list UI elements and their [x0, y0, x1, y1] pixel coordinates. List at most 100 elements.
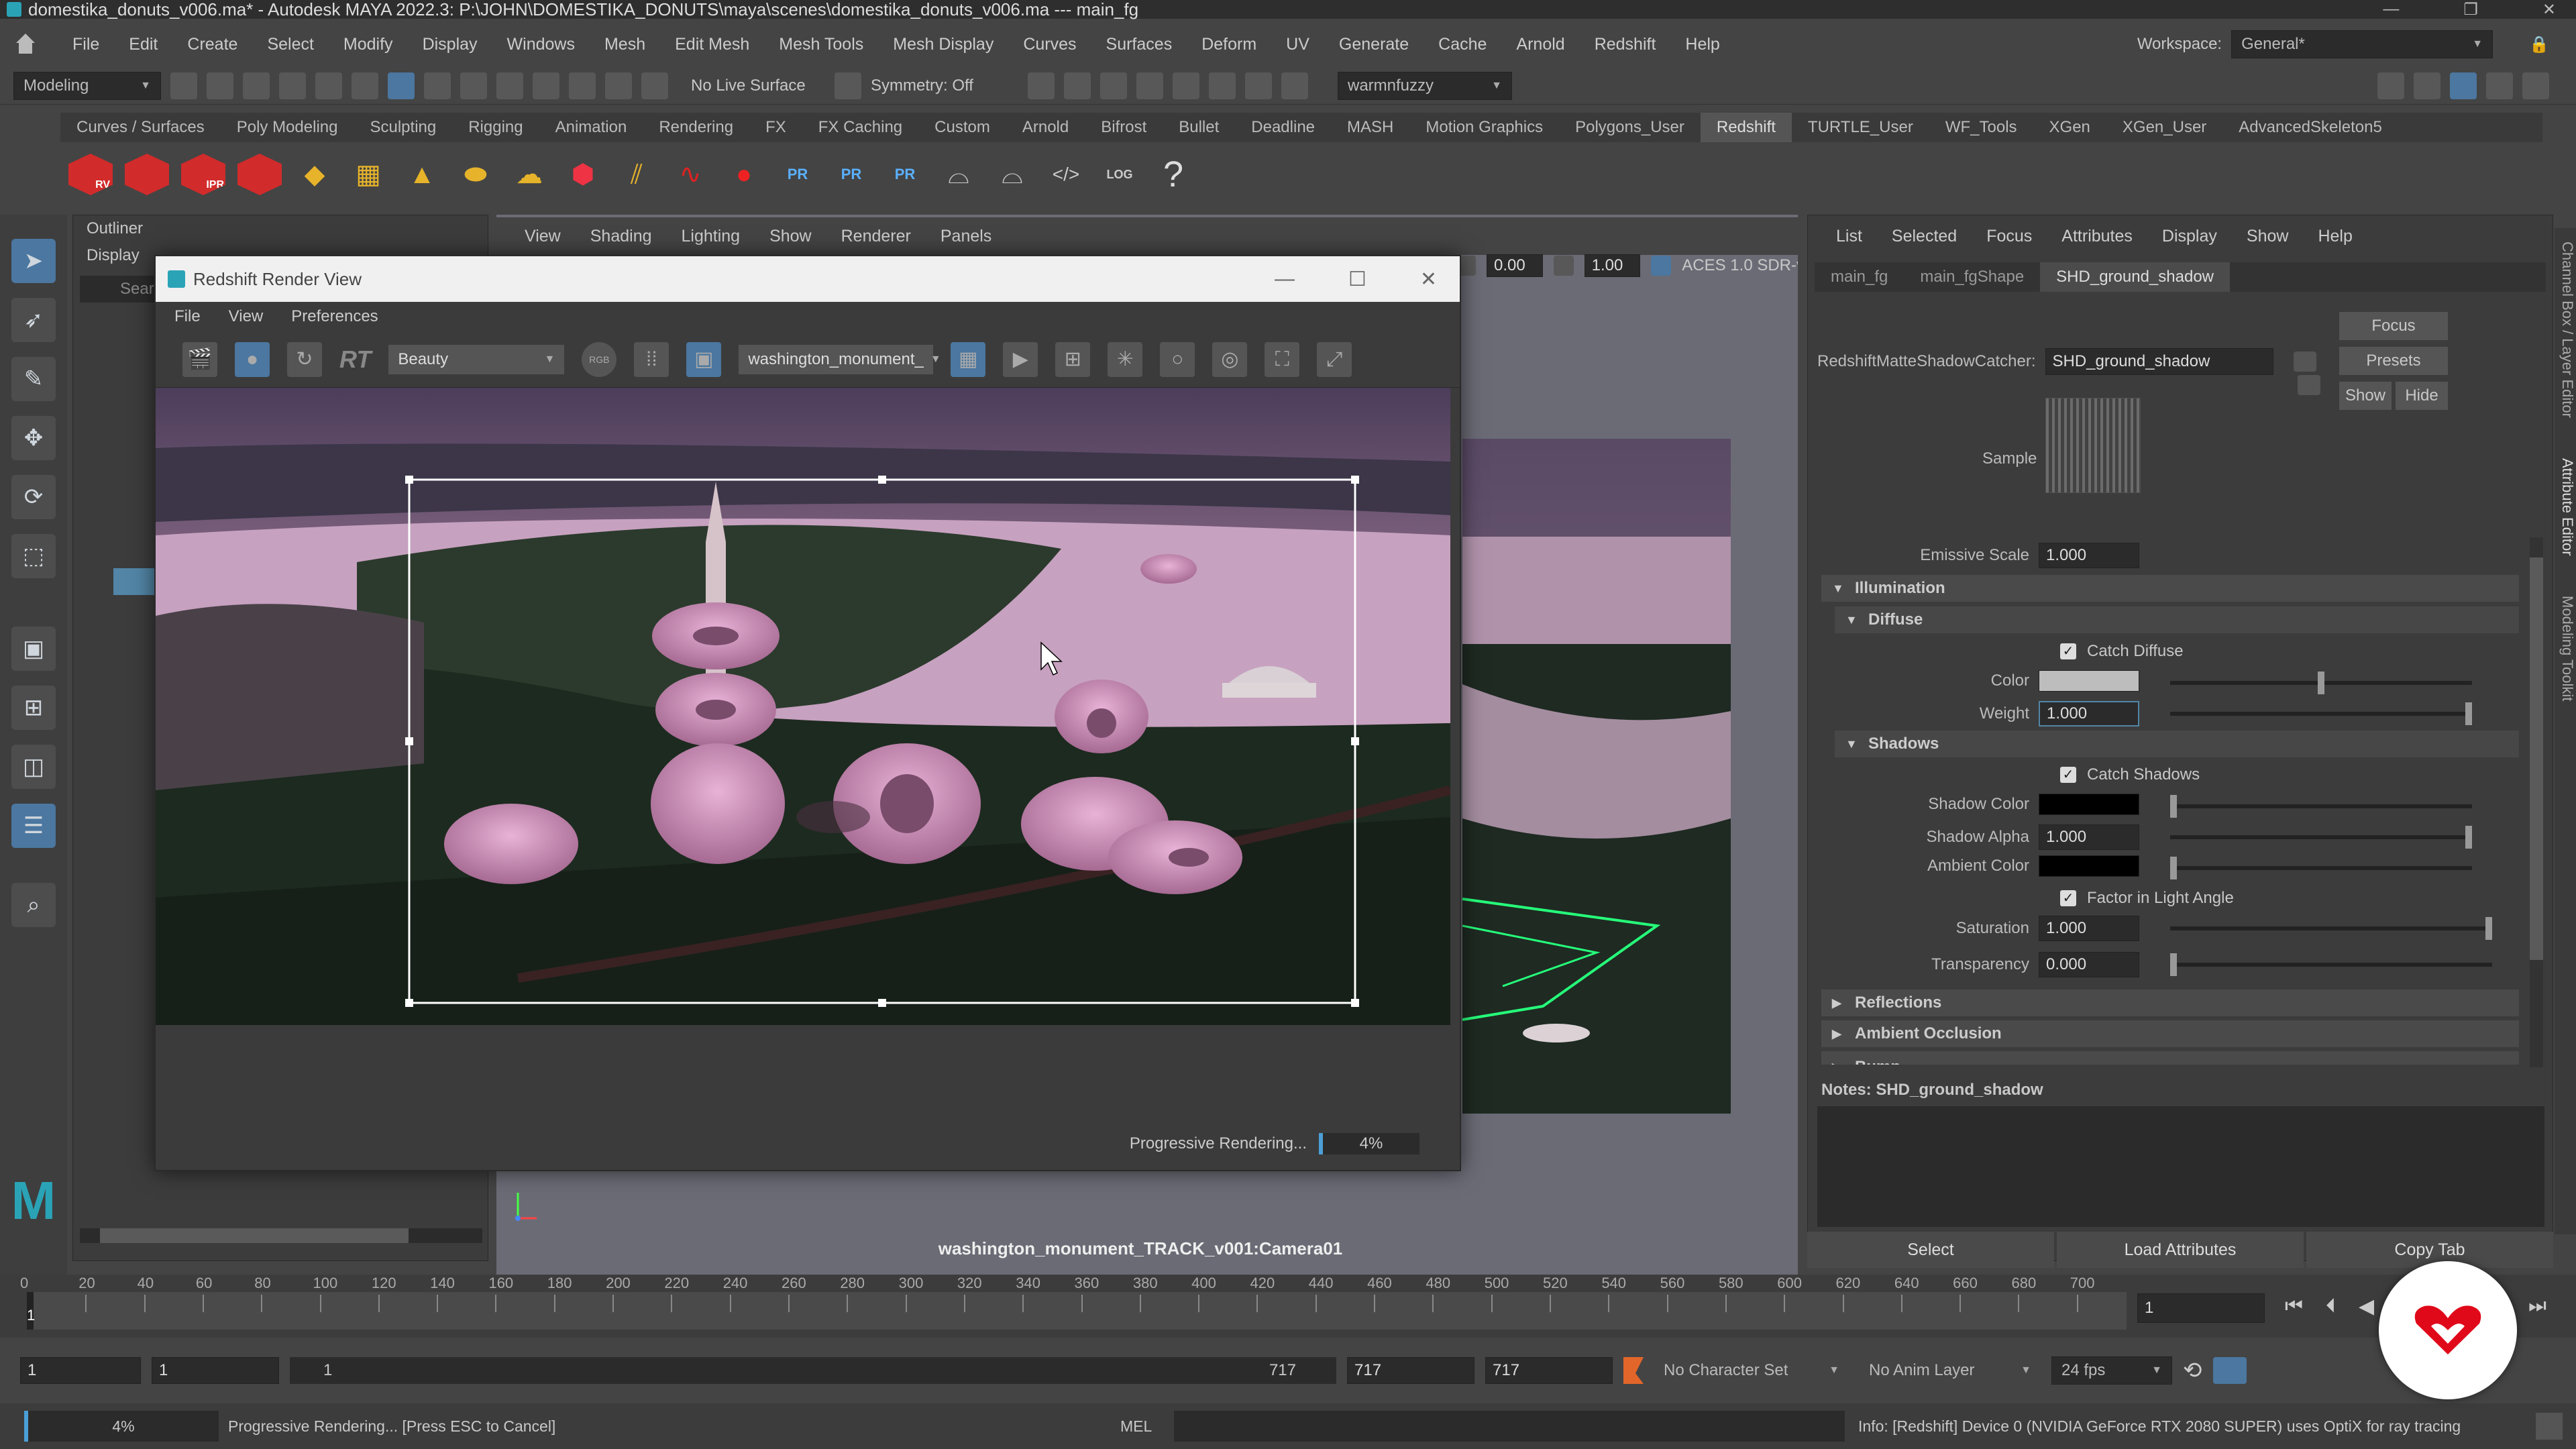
home-icon[interactable]: [13, 34, 38, 55]
menu-edit-mesh[interactable]: Edit Mesh: [660, 35, 764, 54]
symmetry-icon[interactable]: [835, 72, 861, 99]
saturation-field[interactable]: 1.000: [2039, 916, 2139, 941]
shadow-color-slider[interactable]: [2170, 795, 2472, 818]
transparency-slider[interactable]: [2170, 953, 2492, 976]
rt-toggle[interactable]: RT: [339, 345, 371, 374]
go-to-output-icon[interactable]: [2298, 375, 2320, 395]
tab-main-fg[interactable]: main_fg: [1815, 262, 1904, 292]
snap-view-icon[interactable]: [569, 72, 596, 99]
copy-tab-button[interactable]: Copy Tab: [2306, 1232, 2553, 1268]
vp-menu-shading[interactable]: Shading: [576, 227, 667, 246]
preferences-icon[interactable]: [2212, 1357, 2247, 1384]
shelf-tab[interactable]: Motion Graphics: [1409, 113, 1559, 142]
vp-menu-renderer[interactable]: Renderer: [826, 227, 926, 246]
anim-layer-dropdown[interactable]: No Anim Layer: [1860, 1357, 2041, 1384]
dome-light-icon[interactable]: ▦: [347, 154, 389, 195]
menu-set-dropdown[interactable]: Modeling: [13, 71, 161, 100]
redshift-settings-icon[interactable]: [237, 154, 282, 195]
snap-surface-icon[interactable]: [605, 72, 632, 99]
menu-redshift[interactable]: Redshift: [1580, 35, 1671, 54]
vp-menu-view[interactable]: View: [510, 227, 576, 246]
live-surface-label[interactable]: No Live Surface: [678, 76, 825, 95]
shelf-tab[interactable]: FX: [749, 113, 802, 142]
redo-icon[interactable]: [315, 72, 342, 99]
select-object-icon[interactable]: [388, 72, 415, 99]
playback-start-field[interactable]: 1: [152, 1357, 279, 1384]
ae-scrollbar[interactable]: [2530, 537, 2543, 1067]
ae-menu-focus[interactable]: Focus: [1972, 227, 2047, 246]
focus-target-icon[interactable]: ◎: [1212, 341, 1248, 377]
rgb-channel-icon[interactable]: RGB: [582, 341, 617, 377]
shelf-tab[interactable]: TURTLE_User: [1792, 113, 1929, 142]
vp-menu-show[interactable]: Show: [755, 227, 826, 246]
menu-select[interactable]: Select: [252, 35, 328, 54]
pr-icon-3[interactable]: PR: [884, 154, 926, 195]
bowl-icon-2[interactable]: ⌓: [991, 154, 1033, 195]
sky-icon[interactable]: ☁: [508, 154, 550, 195]
saturation-slider[interactable]: [2170, 917, 2492, 940]
time-slider[interactable]: 0 20 40 60 80 100 120 140 160 180 200 220 240 260 280 3…: [0, 1275, 2576, 1338]
maximize-icon[interactable]: ☐: [1348, 268, 1366, 291]
select-hierarchy-icon[interactable]: [352, 72, 378, 99]
ae-menu-display[interactable]: Display: [2147, 227, 2232, 246]
menu-create[interactable]: Create: [172, 35, 252, 54]
lock-icon[interactable]: 🔒: [2529, 35, 2549, 54]
ae-menu-list[interactable]: List: [1821, 227, 1877, 246]
shelf-tab[interactable]: Deadline: [1235, 113, 1331, 142]
show-button[interactable]: Show: [2339, 382, 2392, 410]
tab-main-fg-shape[interactable]: main_fgShape: [1904, 262, 2040, 292]
keyframe-icon[interactable]: [1623, 1357, 1644, 1384]
redshift-ipr-icon[interactable]: IPR: [181, 154, 225, 195]
ipr-render-icon[interactable]: [1100, 72, 1127, 99]
reflections-section[interactable]: Reflections: [1821, 989, 2519, 1016]
weight-field[interactable]: 1.000: [2039, 701, 2139, 727]
go-to-end-icon[interactable]: ⏭: [2528, 1295, 2546, 1318]
shelf-tab[interactable]: Poly Modeling: [221, 113, 354, 142]
playback-end-field[interactable]: 717: [1347, 1357, 1474, 1384]
ambient-color-slider[interactable]: [2170, 857, 2472, 879]
fit-icon[interactable]: ⛶: [1265, 341, 1300, 377]
layout-outliner-icon[interactable]: ☰: [11, 804, 56, 848]
render-sequence-icon[interactable]: [1064, 72, 1091, 99]
shadow-alpha-slider[interactable]: [2170, 826, 2472, 849]
undo-icon[interactable]: [279, 72, 306, 99]
snapshot-icon[interactable]: ▦: [951, 341, 986, 377]
modeling-toolkit-tab[interactable]: Modeling Toolkit: [2555, 596, 2576, 701]
start-time-field[interactable]: 1: [20, 1357, 141, 1384]
character-set-dropdown[interactable]: No Character Set: [1654, 1357, 1849, 1384]
grid-dots-icon[interactable]: ⁞⁞: [634, 341, 669, 377]
menu-file[interactable]: File: [58, 35, 114, 54]
search-icon[interactable]: ⌕: [11, 883, 56, 927]
menu-curves[interactable]: Curves: [1008, 35, 1091, 54]
scale-tool-icon[interactable]: ⬚: [11, 534, 56, 578]
go-to-start-icon[interactable]: ⏮: [2285, 1295, 2303, 1318]
symmetry-label[interactable]: Symmetry: Off: [871, 76, 1018, 95]
pr-icon-2[interactable]: PR: [830, 154, 872, 195]
refresh-icon[interactable]: ↻: [287, 341, 322, 377]
ies-light-icon[interactable]: ▲: [401, 154, 443, 195]
rotate-tool-icon[interactable]: ⟳: [11, 475, 56, 519]
layout-single-icon[interactable]: ▣: [11, 627, 56, 671]
transparency-field[interactable]: 0.000: [2039, 952, 2139, 977]
vp-menu-panels[interactable]: Panels: [926, 227, 1006, 246]
script-editor-icon[interactable]: [2536, 1413, 2563, 1440]
colorspace-label[interactable]: ACES 1.0 SDR-vi: [1682, 256, 1798, 275]
outliner-scrollbar[interactable]: [80, 1228, 482, 1243]
play-back-icon[interactable]: ◀: [2359, 1295, 2374, 1318]
hide-button[interactable]: Hide: [2396, 382, 2448, 410]
color-swatch[interactable]: [2039, 670, 2139, 692]
weight-slider[interactable]: [2170, 702, 2472, 725]
rv-menu-file[interactable]: File: [174, 307, 201, 326]
log-icon[interactable]: LOG: [1099, 154, 1140, 195]
layout-four-icon[interactable]: ⊞: [11, 686, 56, 730]
menu-display[interactable]: Display: [408, 35, 492, 54]
layout-two-icon[interactable]: ◫: [11, 745, 56, 789]
color-management-icon[interactable]: [1651, 256, 1672, 276]
menu-edit[interactable]: Edit: [114, 35, 172, 54]
render-start-icon[interactable]: ●: [235, 341, 270, 377]
node-name-field[interactable]: SHD_ground_shadow: [2045, 348, 2273, 375]
camera-dropdown[interactable]: washington_monument_: [739, 344, 934, 374]
shelf-tab-redshift[interactable]: Redshift: [1700, 113, 1792, 142]
video-camera-icon[interactable]: ▶: [1003, 341, 1038, 377]
shelf-tab[interactable]: Bullet: [1163, 113, 1235, 142]
